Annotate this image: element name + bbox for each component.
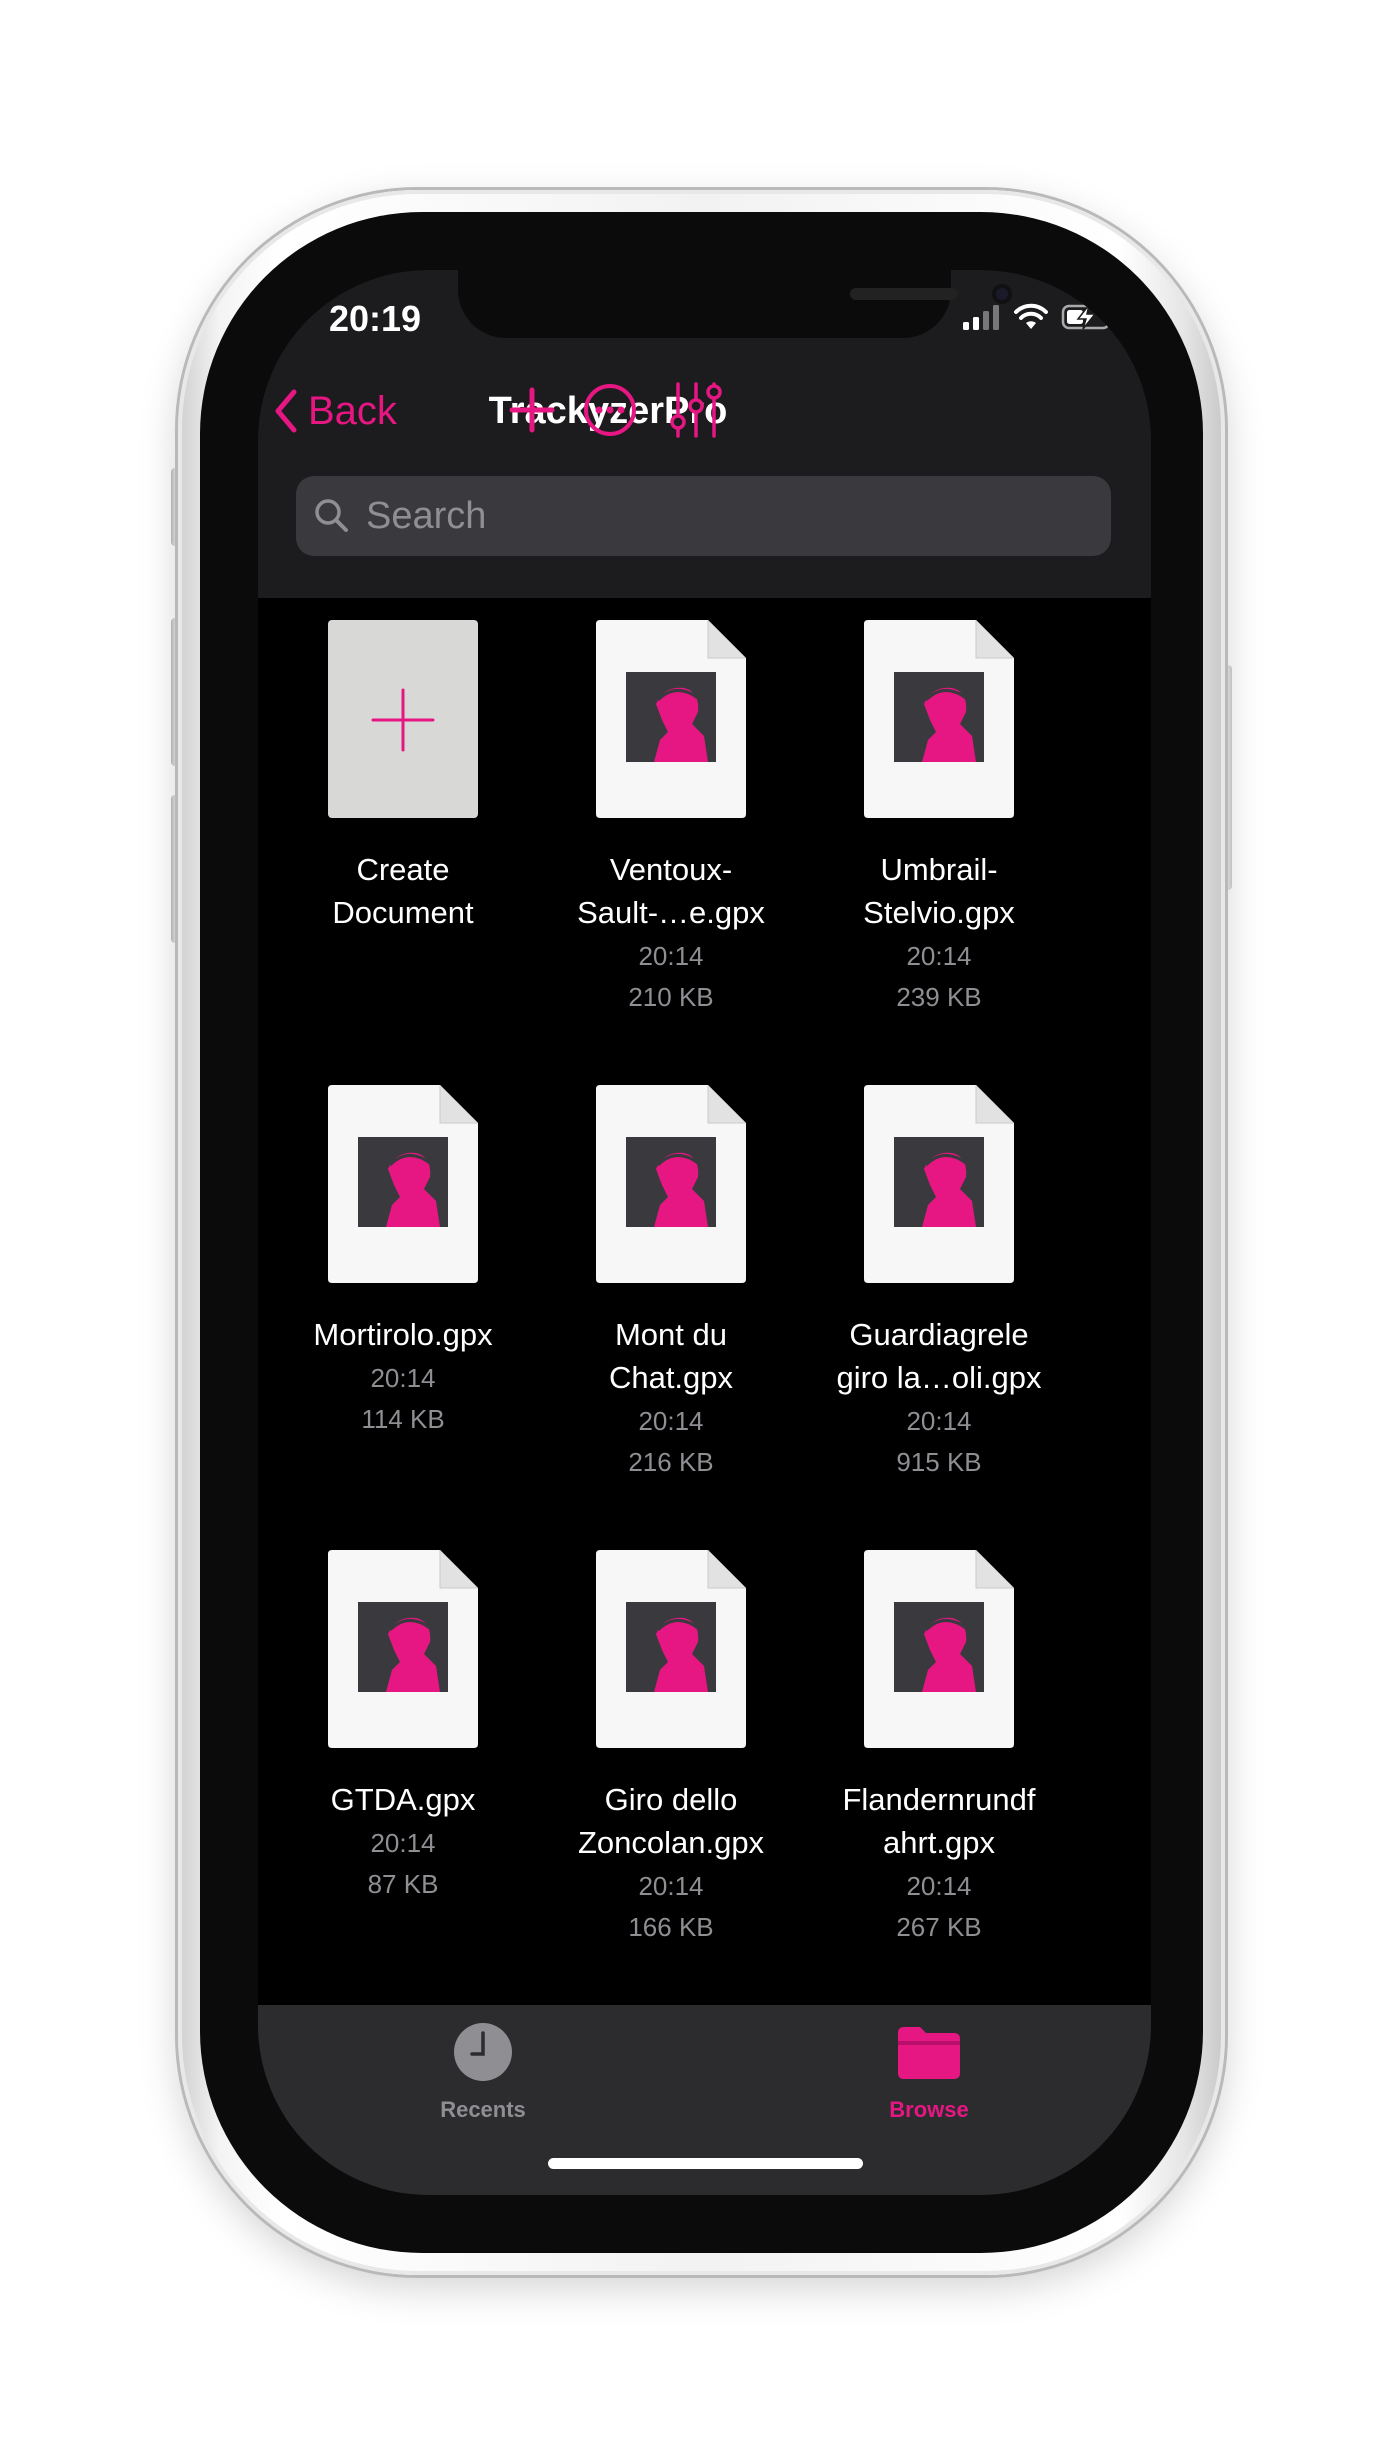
gpx-file-icon [864, 620, 1014, 818]
tab-recents[interactable]: Recents [373, 2005, 593, 2145]
device-stage: 20:19 Back TrackyzerPro Search Create Do… [0, 0, 1400, 2450]
clock-icon [454, 2023, 512, 2081]
back-label: Back [308, 388, 397, 433]
gpx-file-icon [596, 620, 746, 818]
more-icon[interactable] [580, 380, 640, 440]
phone-screen: 20:19 Back TrackyzerPro Search Create Do… [258, 270, 1151, 2195]
search-bar[interactable]: Search [296, 476, 1111, 556]
home-indicator[interactable] [548, 2158, 863, 2169]
gpx-file-icon [328, 1550, 478, 1748]
file-name: Guardiagrele giro la…oli.gpx [836, 1317, 1042, 1395]
file-size: 915 KB [896, 1447, 982, 1477]
earpiece-speaker [850, 288, 958, 300]
file-name: Ventoux- Sault-…e.gpx [577, 852, 765, 930]
file-name: GTDA.gpx [330, 1782, 476, 1817]
file-time: 20:14 [906, 1406, 972, 1436]
status-time: 20:19 [328, 298, 422, 339]
search-icon [315, 499, 348, 532]
battery-charging-icon [1061, 304, 1115, 330]
file-size: 87 KB [367, 1869, 439, 1899]
file-time: 20:14 [370, 1363, 436, 1393]
gpx-file-icon [864, 1550, 1014, 1748]
status-icons [963, 300, 1117, 334]
file-size: 267 KB [896, 1912, 982, 1942]
file-time: 20:14 [370, 1828, 436, 1858]
file-time: 20:14 [906, 1871, 972, 1901]
file-size: 210 KB [628, 982, 714, 1012]
back-button[interactable]: Back [272, 388, 397, 434]
create-document-tile [328, 620, 478, 818]
file-time: 20:14 [906, 941, 972, 971]
gpx-file-icon [596, 1550, 746, 1748]
gpx-file-icon [596, 1085, 746, 1283]
plus-icon [371, 688, 435, 752]
wifi-icon [1014, 303, 1048, 329]
tab-label: Recents [440, 2097, 526, 2122]
file-size: 114 KB [361, 1404, 445, 1434]
gpx-file-icon [864, 1085, 1014, 1283]
folder-icon [898, 2027, 960, 2079]
file-time: 20:14 [638, 941, 704, 971]
file-size: 166 KB [628, 1912, 714, 1942]
notch [458, 270, 1012, 338]
file-time: 20:14 [638, 1871, 704, 1901]
file-name: Mortirolo.gpx [313, 1317, 493, 1352]
tab-label: Browse [889, 2097, 969, 2122]
file-name: Flandernrundf ahrt.gpx [842, 1782, 1036, 1860]
file-size: 239 KB [896, 982, 982, 1012]
add-icon[interactable] [502, 380, 562, 440]
file-name: Mont du Chat.gpx [608, 1317, 734, 1395]
file-name: Umbrail- Stelvio.gpx [863, 852, 1015, 930]
file-name: Giro dello Zoncolan.gpx [577, 1782, 765, 1860]
signal-icon [963, 305, 999, 330]
chevron-left-icon [275, 389, 297, 433]
file-name: Create Document [332, 852, 474, 930]
file-size: 216 KB [628, 1447, 714, 1477]
gpx-file-icon [328, 1085, 478, 1283]
search-placeholder: Search [366, 494, 487, 537]
tab-browse[interactable]: Browse [819, 2005, 1039, 2145]
file-time: 20:14 [638, 1406, 704, 1436]
sliders-icon[interactable] [666, 380, 726, 440]
